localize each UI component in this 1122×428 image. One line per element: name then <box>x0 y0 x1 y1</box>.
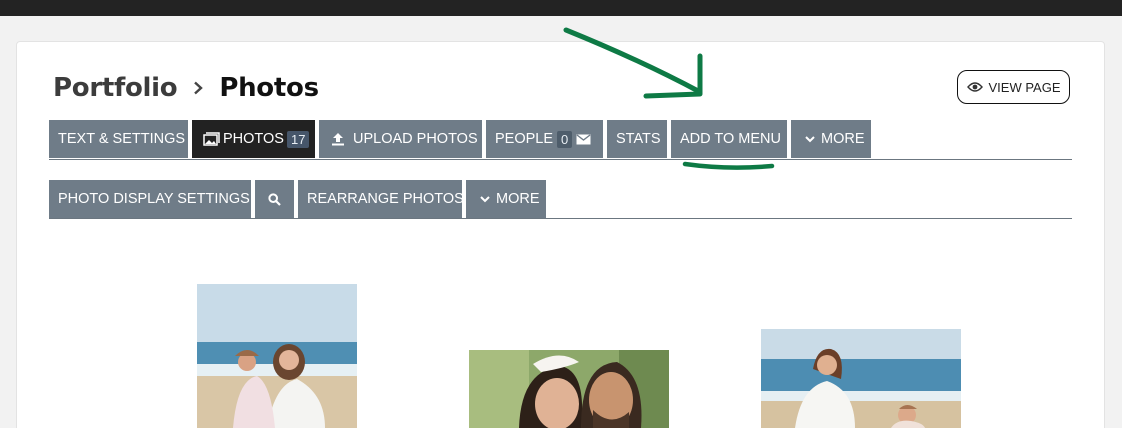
tab-label: MORE <box>496 191 540 207</box>
tab-label: MORE <box>821 131 865 147</box>
tab-stats[interactable]: STATS <box>607 120 667 158</box>
view-page-button[interactable]: VIEW PAGE <box>957 70 1070 104</box>
tab-rearrange-photos[interactable]: REARRANGE PHOTOS <box>298 180 464 218</box>
tab-label: REARRANGE PHOTOS <box>307 191 464 207</box>
view-page-label: VIEW PAGE <box>988 79 1061 95</box>
tab-label: ADD TO MENU <box>680 131 781 147</box>
secondary-tabs: PHOTO DISPLAY SETTINGS REARRANGE PHOTOS … <box>49 180 546 219</box>
tab-text-settings[interactable]: TEXT & SETTINGS <box>49 120 188 158</box>
tab-label: UPLOAD PHOTOS <box>353 131 478 147</box>
chevron-down-icon <box>480 195 490 203</box>
tab-label: TEXT & SETTINGS <box>58 131 186 147</box>
tab-label: PEOPLE <box>495 131 554 147</box>
page-title: Photos <box>219 73 319 103</box>
gallery-icon <box>203 131 220 147</box>
tab-label: STATS <box>616 131 661 147</box>
upload-icon <box>331 132 345 146</box>
chevron-right-icon <box>191 81 205 95</box>
primary-tabs: TEXT & SETTINGS PHOTOS 17 UPLOAD PHOTOS … <box>49 120 871 159</box>
tab-label: PHOTO DISPLAY SETTINGS <box>58 191 250 207</box>
chevron-down-icon <box>805 135 815 143</box>
tab-more-secondary[interactable]: MORE <box>466 180 546 218</box>
people-count-badge: 0 <box>557 130 573 148</box>
tab-more[interactable]: MORE <box>791 120 871 158</box>
envelope-icon[interactable] <box>576 133 591 145</box>
photo-thumbnail[interactable] <box>469 350 669 428</box>
photos-count-badge: 17 <box>286 130 310 148</box>
tab-label: PHOTOS <box>223 131 284 147</box>
tab-upload-photos[interactable]: UPLOAD PHOTOS <box>319 120 482 158</box>
photo-thumbnail[interactable] <box>761 329 961 428</box>
tab-photo-display-settings[interactable]: PHOTO DISPLAY SETTINGS <box>49 180 251 218</box>
browser-top-bar <box>0 0 1122 16</box>
tab-divider <box>49 218 1072 219</box>
breadcrumb-parent-link[interactable]: Portfolio <box>53 73 178 103</box>
eye-icon <box>966 81 983 93</box>
search-icon <box>268 192 281 206</box>
breadcrumb: Portfolio Photos <box>53 72 319 104</box>
photo-thumbnail[interactable] <box>197 284 357 428</box>
tab-add-to-menu[interactable]: ADD TO MENU <box>671 120 787 158</box>
tab-divider <box>49 159 1072 160</box>
tab-photos[interactable]: PHOTOS 17 <box>192 120 315 158</box>
search-button[interactable] <box>255 180 294 218</box>
tab-people[interactable]: PEOPLE 0 <box>486 120 603 158</box>
